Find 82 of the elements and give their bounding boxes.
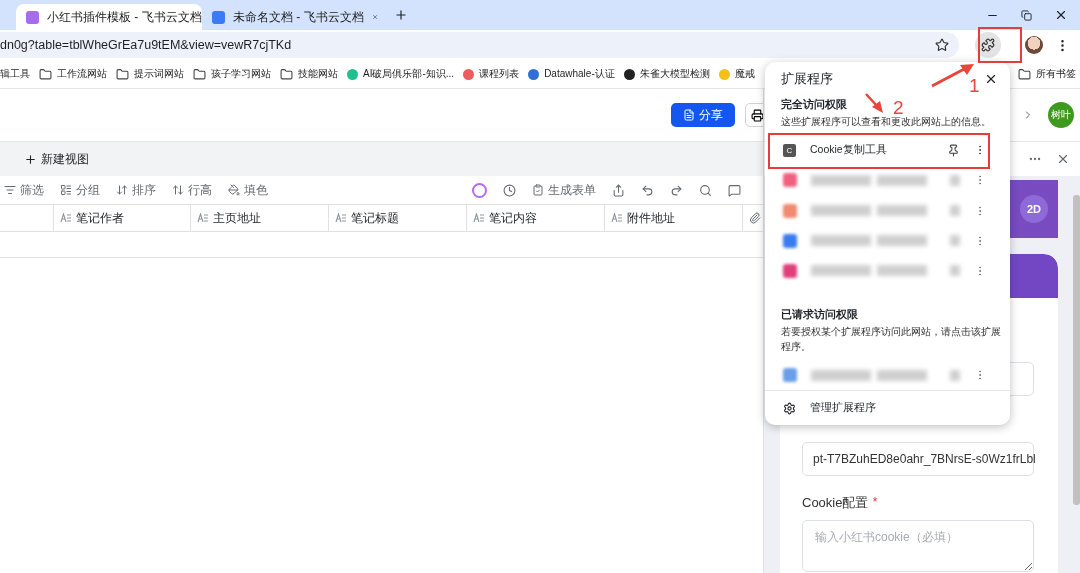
section-heading: 完全访问权限	[781, 98, 847, 112]
settings-icon	[783, 401, 796, 415]
browser-tab[interactable]: 未命名文档 - 飞书云文档	[202, 4, 388, 30]
toolbar-button[interactable]: 行高	[172, 181, 212, 199]
manage-extensions[interactable]: 管理扩展程序	[765, 390, 1010, 425]
address-bar[interactable]: dn0g?table=tblWheGrEa7u9tEM&view=vewR7cjTKd	[0, 32, 959, 58]
toolbar-button[interactable]: 排序	[116, 181, 156, 199]
text-field-icon	[60, 213, 72, 223]
bookmark[interactable]: 技能网站	[280, 67, 338, 81]
text-field-icon	[197, 213, 209, 223]
tool-icon	[116, 184, 128, 196]
undo-icon[interactable]	[641, 183, 654, 197]
annotation-arrow	[864, 92, 884, 114]
ai-ring-icon[interactable]	[472, 182, 487, 198]
comment-icon[interactable]	[728, 183, 741, 197]
clock-icon[interactable]	[503, 183, 516, 197]
bookmark[interactable]: 工作流网站	[39, 67, 107, 81]
tool-icon	[228, 184, 240, 196]
toolbar-button[interactable]: 填色	[228, 181, 268, 199]
printer-icon	[750, 108, 764, 122]
bookmark[interactable]: 提示词网站	[116, 67, 184, 81]
bookmark[interactable]: 孩子学习网站	[193, 67, 271, 81]
scrollbar[interactable]	[1073, 195, 1080, 505]
folder-icon	[280, 67, 293, 81]
extension-icon: C	[783, 143, 796, 157]
folder-icon	[1018, 67, 1031, 81]
bookmark[interactable]: 魔戒	[718, 67, 755, 81]
browser-tab[interactable]: 小红书插件模板 - 飞书云文档	[16, 4, 202, 30]
tool-icon	[60, 184, 72, 196]
close-icon[interactable]	[1054, 8, 1068, 22]
puzzle-icon	[981, 38, 995, 52]
search-icon[interactable]	[699, 183, 712, 197]
cookie-field[interactable]: 输入小红书cookie（必填）	[802, 520, 1034, 572]
form-icon	[532, 184, 544, 196]
folder-icon	[193, 67, 206, 81]
step-number: 1	[969, 76, 980, 95]
token-field[interactable]: pt-T7BZuhED8e0ahr_7BNrsE-s0Wz1frLbl	[802, 442, 1034, 476]
user-avatar[interactable]: 树叶	[1048, 102, 1074, 128]
extensions-button[interactable]	[975, 32, 1001, 58]
toolbar-button[interactable]: 筛选	[4, 181, 44, 199]
highlight-box	[978, 27, 1022, 63]
text-field-icon	[335, 213, 347, 223]
new-tab-icon[interactable]	[394, 8, 408, 22]
tool-icon	[172, 184, 184, 196]
close-icon[interactable]	[984, 72, 998, 86]
all-bookmarks[interactable]: 所有书签	[1018, 67, 1076, 81]
generate-form-button[interactable]: 生成表单	[532, 181, 596, 199]
column-header[interactable]: 主页地址	[190, 205, 328, 231]
restore-icon[interactable]	[1021, 9, 1032, 21]
column-header[interactable]: 附件地址	[604, 205, 742, 231]
column-header[interactable]: 笔记内容	[466, 205, 604, 231]
section-heading: 已请求访问权限	[781, 307, 858, 322]
text-field-icon	[611, 213, 623, 223]
section-description: 这些扩展程序可以查看和更改此网站上的信息。	[780, 115, 992, 129]
text-field-icon	[473, 213, 485, 223]
bookmark[interactable]: 朱雀大模型检测	[623, 67, 710, 81]
folder-icon	[39, 67, 52, 81]
bookmark-star-icon[interactable]	[935, 38, 949, 52]
profile-avatar[interactable]	[1025, 36, 1043, 54]
bookmark[interactable]: AI破局俱乐部-知识...	[347, 67, 455, 81]
new-view-button[interactable]: 新建视图	[24, 150, 89, 168]
document-icon	[683, 109, 695, 121]
column-header[interactable]: 笔记标题	[328, 205, 466, 231]
column-header[interactable]: 笔记作者	[53, 205, 190, 231]
attachment-icon	[749, 212, 761, 224]
step-number: 2	[893, 98, 904, 117]
folder-icon	[116, 67, 129, 81]
plus-icon	[24, 152, 37, 166]
bookmark[interactable]: Datawhale-认证	[528, 67, 615, 81]
toolbar-button[interactable]: 分组	[60, 181, 100, 199]
bookmark[interactable]: 课程列表	[463, 67, 520, 81]
badge: 2D	[1020, 195, 1048, 223]
field-label: Cookie配置 *	[802, 494, 879, 512]
redo-icon[interactable]	[670, 183, 683, 197]
extension-name: Cookie复制工具	[810, 143, 888, 158]
bookmark[interactable]: 辑工具	[0, 67, 30, 81]
pin-icon[interactable]	[947, 143, 960, 157]
popup-title: 扩展程序	[781, 70, 833, 88]
section-description: 若要授权某个扩展程序访问此网站，请点击该扩展程序。	[780, 325, 1002, 354]
share-button[interactable]: 分享	[671, 103, 735, 127]
tool-icon	[4, 184, 16, 196]
share-icon[interactable]	[612, 183, 625, 197]
